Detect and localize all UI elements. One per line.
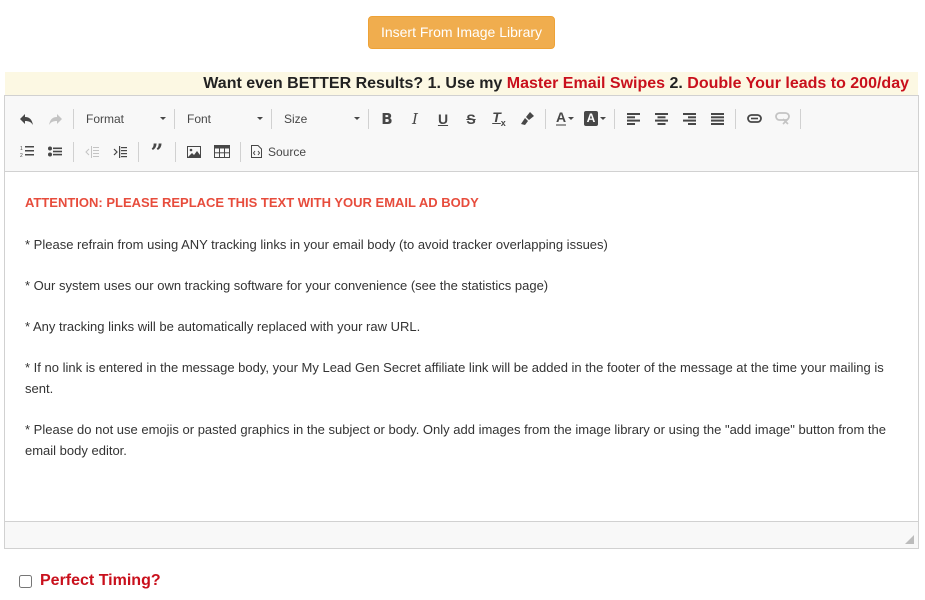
svg-text:2: 2 [20, 153, 23, 158]
link-icon [746, 114, 762, 123]
text-color-icon: A [555, 109, 567, 126]
editor-status-bar [5, 521, 918, 548]
toolbar-separator [735, 108, 736, 129]
toolbar-separator [614, 108, 615, 129]
body-paragraph: * If no link is entered in the message b… [25, 360, 884, 396]
background-color-button[interactable]: A [580, 106, 610, 132]
svg-text:1: 1 [20, 146, 23, 152]
format-dropdown[interactable]: Format [78, 106, 170, 132]
rich-text-editor: Format Font Size B I U S Tx A A 1 2 ” So… [4, 95, 919, 549]
align-center-button[interactable] [647, 106, 675, 132]
font-dropdown-label: Font [187, 111, 212, 126]
justify-icon [710, 112, 724, 125]
image-button[interactable] [180, 139, 208, 165]
perfect-timing-checkbox[interactable] [19, 574, 32, 588]
size-dropdown[interactable]: Size [276, 106, 364, 132]
image-icon [187, 145, 201, 158]
blockquote-icon: ” [150, 139, 164, 166]
toolbar-row-2: 12 ” Source [13, 135, 918, 168]
redo-icon [49, 113, 62, 125]
outdent-icon [85, 145, 99, 158]
toolbar-separator [545, 108, 546, 129]
link-button[interactable] [740, 106, 768, 132]
italic-icon: I [412, 109, 418, 128]
double-leads-link[interactable]: Double Your leads to 200/day [687, 75, 909, 92]
body-paragraph: * Our system uses our own tracking softw… [25, 278, 549, 293]
align-left-button[interactable] [619, 106, 647, 132]
chevron-down-icon [354, 117, 360, 120]
undo-icon [20, 113, 33, 125]
bold-icon: B [381, 109, 393, 128]
source-button-label: Source [268, 144, 307, 159]
toolbar-separator [73, 141, 74, 162]
underline-icon: U [437, 110, 449, 127]
toolbar-separator [174, 108, 175, 129]
align-right-button[interactable] [675, 106, 703, 132]
italic-button[interactable]: I [401, 106, 429, 132]
chevron-down-icon [160, 117, 166, 120]
table-button[interactable] [208, 139, 236, 165]
toolbar-separator [240, 141, 241, 162]
table-icon [214, 145, 230, 158]
align-left-icon [626, 112, 640, 125]
align-right-icon [682, 112, 696, 125]
underline-button[interactable]: U [429, 106, 457, 132]
perfect-timing-label[interactable]: Perfect Timing? [40, 572, 161, 590]
paintbrush-icon [520, 112, 534, 125]
master-email-swipes-link[interactable]: Master Email Swipes [507, 75, 665, 92]
text-color-button[interactable]: A [550, 106, 580, 132]
perfect-timing-option: Perfect Timing? [19, 572, 161, 590]
unlink-button[interactable] [768, 106, 796, 132]
background-color-icon: A [583, 111, 599, 126]
copy-formatting-button[interactable] [513, 106, 541, 132]
body-paragraph: * Any tracking links will be automatical… [25, 319, 421, 334]
numbered-list-icon: 12 [20, 146, 34, 158]
indent-icon [113, 145, 127, 158]
bold-button[interactable]: B [373, 106, 401, 132]
unlink-icon [774, 112, 790, 125]
indent-button[interactable] [106, 139, 134, 165]
resize-handle[interactable] [905, 535, 914, 544]
undo-button[interactable] [13, 106, 41, 132]
strikethrough-icon: S [466, 110, 476, 127]
numbered-list-button[interactable]: 12 [13, 139, 41, 165]
align-center-icon [654, 112, 668, 125]
format-dropdown-label: Format [86, 111, 125, 126]
body-paragraph: * Please refrain from using ANY tracking… [25, 237, 608, 252]
toolbar-separator [800, 108, 801, 129]
insert-from-image-library-button[interactable]: Insert From Image Library [368, 16, 555, 49]
chevron-down-icon [600, 117, 607, 120]
chevron-down-icon [257, 117, 263, 120]
editor-toolbar: Format Font Size B I U S Tx A A 1 2 ” So… [5, 96, 918, 172]
redo-button[interactable] [41, 106, 69, 132]
remove-format-button[interactable]: Tx [485, 106, 513, 132]
bulleted-list-icon [48, 146, 62, 157]
banner-text-1: Want even BETTER Results? 1. Use my [203, 75, 507, 92]
toolbar-row-1: Format Font Size B I U S Tx A A [13, 102, 918, 135]
promo-banner: Want even BETTER Results? 1. Use my Mast… [5, 72, 918, 95]
toolbar-separator [271, 108, 272, 129]
toolbar-separator [138, 141, 139, 162]
font-dropdown[interactable]: Font [179, 106, 267, 132]
banner-text-2: 2. [665, 75, 688, 92]
chevron-down-icon [568, 117, 575, 120]
toolbar-separator [73, 108, 74, 129]
email-body-editor[interactable]: ATTENTION: PLEASE REPLACE THIS TEXT WITH… [5, 172, 918, 522]
source-button[interactable]: Source [245, 139, 312, 165]
justify-button[interactable] [703, 106, 731, 132]
strikethrough-button[interactable]: S [457, 106, 485, 132]
outdent-button[interactable] [78, 139, 106, 165]
size-dropdown-label: Size [284, 111, 308, 126]
body-paragraph: * Please do not use emojis or pasted gra… [25, 422, 886, 458]
attention-notice: ATTENTION: PLEASE REPLACE THIS TEXT WITH… [25, 195, 479, 210]
remove-format-icon: Tx [492, 109, 506, 128]
bulleted-list-button[interactable] [41, 139, 69, 165]
toolbar-separator [175, 141, 176, 162]
source-code-icon [251, 145, 262, 158]
blockquote-button[interactable]: ” [143, 139, 171, 165]
toolbar-separator [368, 108, 369, 129]
